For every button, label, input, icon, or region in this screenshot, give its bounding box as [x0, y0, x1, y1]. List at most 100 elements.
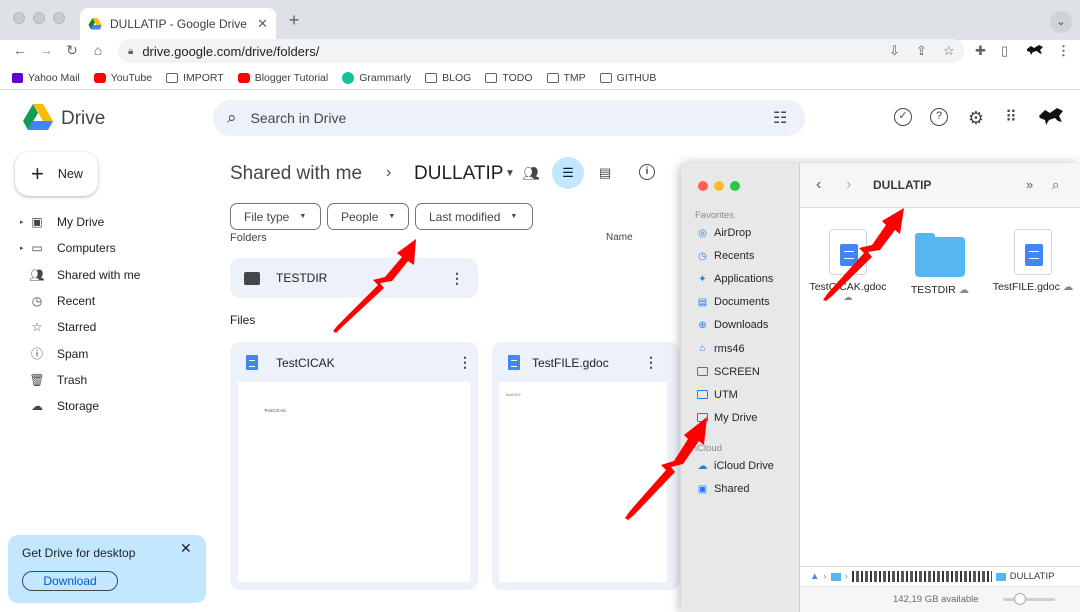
- drive-search-input[interactable]: ⌕ Search in Drive: [213, 100, 805, 136]
- info-icon[interactable]: i: [639, 164, 655, 180]
- path-separator-icon: ›: [823, 571, 827, 582]
- new-button[interactable]: + New: [15, 152, 98, 196]
- bookmark-item[interactable]: Blogger Tutorial: [237, 72, 328, 84]
- download-button[interactable]: Download: [22, 571, 118, 591]
- sidebar-item[interactable]: 🗑︎ Trash: [20, 370, 87, 390]
- home-icon[interactable]: ⌂: [90, 42, 106, 58]
- zoom-window-dot[interactable]: [53, 12, 65, 24]
- finder-minimize-dot[interactable]: [714, 181, 724, 191]
- path-folder-icon: [830, 572, 841, 581]
- bookmark-item[interactable]: Grammarly: [342, 71, 411, 84]
- minimize-window-dot[interactable]: [33, 12, 45, 24]
- finder-item[interactable]: TestFILE.gdoc ☁︎: [989, 229, 1077, 293]
- tab-search-button[interactable]: ⌄: [1050, 11, 1072, 33]
- browser-menu-icon[interactable]: ⋮: [1057, 43, 1070, 59]
- search-options-icon[interactable]: ☷: [773, 108, 787, 128]
- path-current-folder[interactable]: DULLATIP: [1010, 571, 1055, 582]
- slider-handle[interactable]: [1014, 593, 1026, 605]
- finder-item[interactable]: TESTDIR ☁︎: [900, 229, 980, 296]
- bookmark-item[interactable]: TODO: [485, 72, 533, 84]
- close-icon[interactable]: ✕: [180, 540, 192, 557]
- more-options-icon[interactable]: ⋮: [458, 354, 472, 371]
- search-icon[interactable]: ⌕: [227, 108, 237, 128]
- finder-sidebar-item[interactable]: ⌂ rms46: [697, 343, 744, 355]
- clock-icon: ◷: [698, 250, 707, 262]
- install-app-icon[interactable]: ⇩: [889, 43, 900, 59]
- folder-card[interactable]: TESTDIR ⋮: [230, 258, 478, 298]
- url-text: drive.google.com/drive/folders/: [142, 43, 320, 59]
- finder-sidebar-item[interactable]: ▣ Shared: [697, 483, 750, 496]
- breadcrumb-parent[interactable]: Shared with me: [230, 163, 362, 185]
- close-tab-icon[interactable]: ✕: [257, 16, 268, 32]
- more-options-icon[interactable]: ⋮: [450, 270, 464, 287]
- bookmark-item[interactable]: BLOG: [425, 72, 471, 84]
- caret-down-icon[interactable]: ▼: [505, 168, 515, 179]
- side-panel-icon[interactable]: ▯: [1001, 43, 1008, 59]
- cloud-download-icon: ☁︎: [843, 292, 853, 302]
- bookmark-item[interactable]: GITHUB: [599, 72, 656, 84]
- finder-sidebar-item[interactable]: My Drive: [697, 412, 757, 424]
- help-icon[interactable]: ?: [930, 108, 948, 126]
- finder-sidebar-label: UTM: [714, 388, 738, 401]
- list-view-icon[interactable]: ▤: [599, 165, 611, 181]
- folder-name: TESTDIR: [276, 271, 328, 285]
- account-avatar[interactable]: [1037, 106, 1065, 135]
- finder-sidebar-item[interactable]: ◎ AirDrop: [697, 227, 751, 239]
- finder-item[interactable]: TestCICAK.gdoc ☁︎: [808, 229, 888, 303]
- sidebar-item[interactable]: ▸ ▭ Computers: [20, 238, 116, 258]
- sidebar-item[interactable]: ◷ Recent: [20, 291, 95, 311]
- sidebar-item[interactable]: 👥︎ Shared with me: [20, 265, 140, 285]
- filter-chip-last-modified[interactable]: Last modified ▼: [415, 203, 533, 230]
- bookmark-item[interactable]: TMP: [546, 72, 586, 84]
- finder-sidebar-item[interactable]: ◷ Recents: [697, 250, 754, 262]
- filter-chip-file-type[interactable]: File type ▼: [230, 203, 321, 230]
- folder-icon: [697, 366, 708, 377]
- expand-caret-icon[interactable]: ▸: [20, 218, 30, 226]
- breadcrumb-current[interactable]: DULLATIP: [414, 163, 503, 185]
- finder-sidebar-item[interactable]: ✦ Applications: [697, 273, 773, 285]
- finder-sidebar-item[interactable]: ☁︎ iCloud Drive: [697, 460, 774, 472]
- sidebar-item[interactable]: ☆ Starred: [20, 317, 97, 337]
- sidebar-item[interactable]: ▸ ▣ My Drive: [20, 212, 104, 232]
- finder-sidebar-item[interactable]: ⊕ Downloads: [697, 319, 768, 331]
- apps-grid-icon[interactable]: ⠿: [1001, 108, 1021, 128]
- address-bar[interactable]: 🔒︎ drive.google.com/drive/folders/: [118, 39, 964, 63]
- reload-icon[interactable]: ↻: [64, 42, 80, 59]
- extensions-puzzle-icon[interactable]: ✚: [975, 43, 986, 59]
- bookmark-star-icon[interactable]: ☆: [943, 43, 955, 59]
- close-window-dot[interactable]: [13, 12, 25, 24]
- profile-avatar[interactable]: [1026, 43, 1044, 60]
- gecko-avatar-icon: [1027, 45, 1043, 55]
- new-tab-button[interactable]: +: [284, 11, 304, 31]
- bookmark-item[interactable]: IMPORT: [166, 72, 224, 84]
- share-icon[interactable]: ⇪: [916, 43, 927, 59]
- back-arrow-icon[interactable]: ←: [12, 42, 28, 58]
- more-options-icon[interactable]: ⋮: [644, 354, 658, 371]
- finder-sidebar-item[interactable]: SCREEN: [697, 366, 760, 378]
- finder-zoom-dot[interactable]: [730, 181, 740, 191]
- finder-close-dot[interactable]: [698, 181, 708, 191]
- bookmark-item[interactable]: Yahoo Mail: [12, 72, 80, 84]
- name-sort-label[interactable]: Name: [606, 232, 633, 240]
- shared-people-icon[interactable]: 👥︎: [522, 165, 540, 182]
- finder-sidebar-item[interactable]: ▤ Documents: [697, 296, 770, 308]
- offline-ready-icon[interactable]: ✓: [894, 108, 912, 126]
- my-drive-icon: ▣: [31, 215, 43, 229]
- icon-size-slider[interactable]: [1003, 598, 1055, 601]
- sidebar-item[interactable]: ☁︎ Storage: [20, 396, 99, 416]
- finder-search-icon[interactable]: ⌕: [1052, 177, 1059, 193]
- finder-more-icon[interactable]: »: [1026, 177, 1033, 192]
- finder-sidebar-label: Shared: [714, 483, 750, 496]
- finder-forward-icon[interactable]: ›: [846, 176, 851, 194]
- filter-chip-people[interactable]: People ▼: [327, 203, 409, 230]
- google-doc-icon: [508, 355, 520, 370]
- settings-gear-icon[interactable]: ⚙: [966, 108, 986, 128]
- filter-toggle-icon[interactable]: ☰: [552, 157, 584, 189]
- sidebar-item[interactable]: ⓘ Spam: [20, 344, 88, 364]
- bookmark-item[interactable]: YouTube: [93, 72, 152, 84]
- expand-caret-icon[interactable]: ▸: [20, 244, 30, 252]
- browser-tab[interactable]: DULLATIP - Google Drive ✕: [80, 8, 276, 40]
- finder-back-icon[interactable]: ‹: [816, 176, 821, 194]
- forward-arrow-icon[interactable]: →: [38, 42, 54, 58]
- finder-sidebar-item[interactable]: UTM: [697, 389, 738, 401]
